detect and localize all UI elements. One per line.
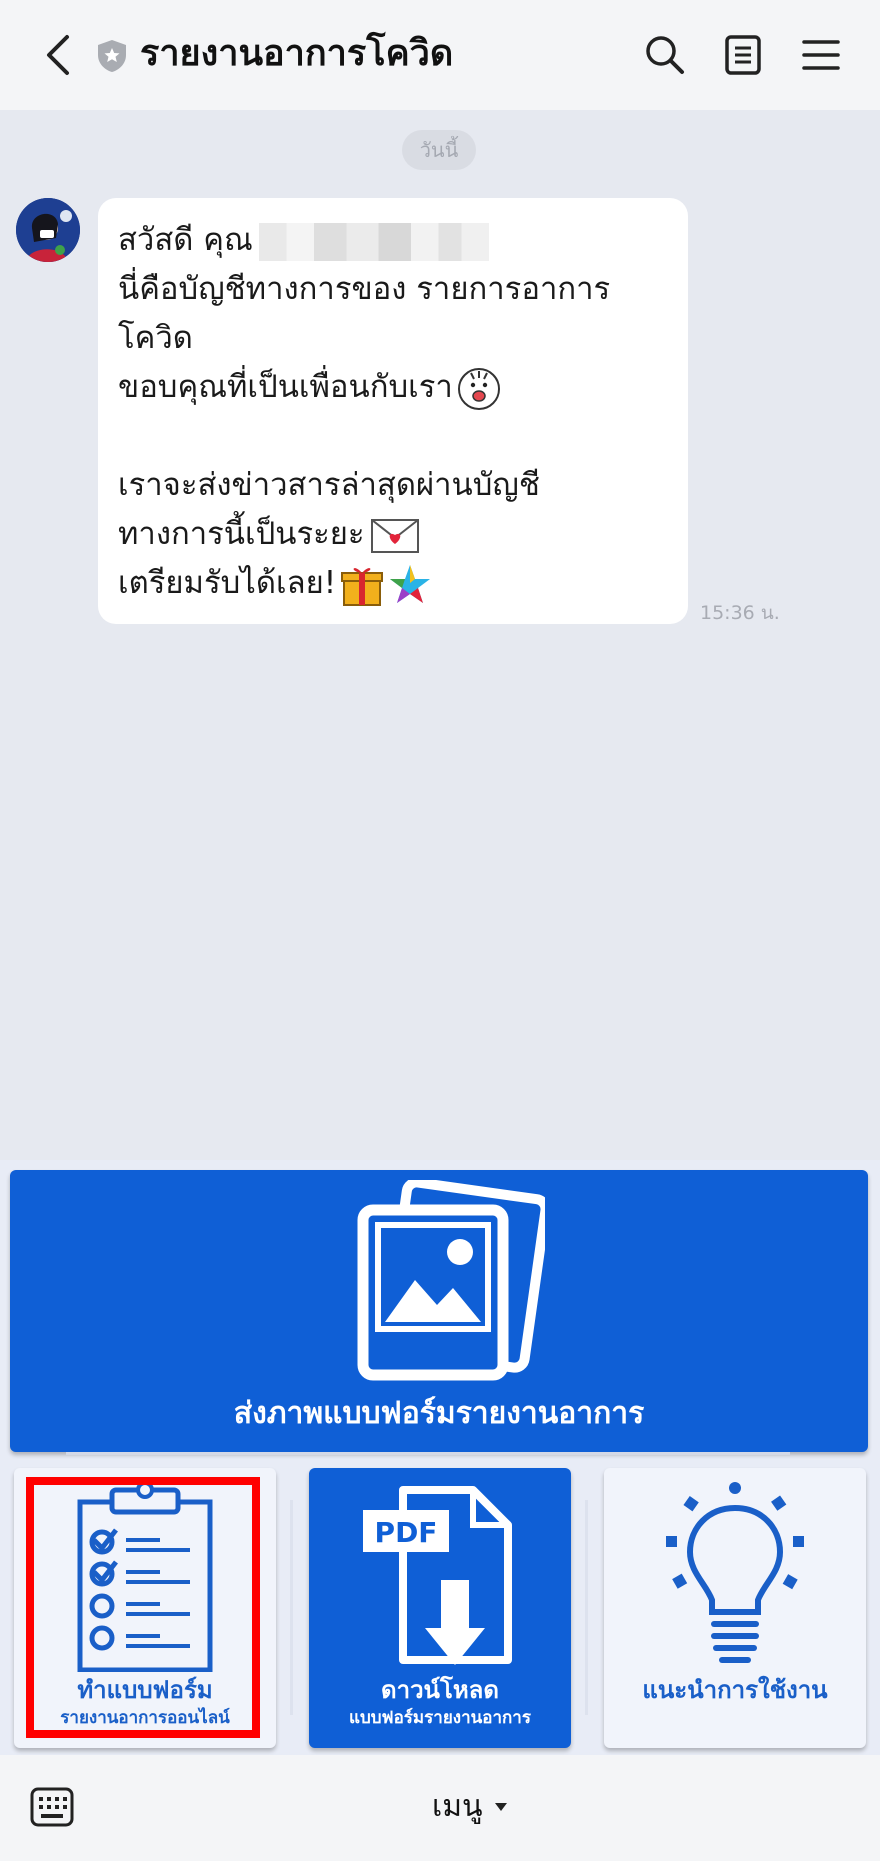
gift-icon [341,567,384,606]
party-star-icon [390,564,431,603]
chat-title: รายงานอาการโควิด [140,33,454,74]
search-icon [646,36,684,74]
divider [66,1452,790,1455]
chevron-left-icon [47,35,69,75]
highlight-box [26,1477,260,1738]
message-line: ทางการนี้เป็นระยะ [118,510,668,559]
message-timestamp: 15:36 น. [700,602,780,624]
keyboard-toggle-button[interactable] [30,1787,74,1827]
notes-icon [725,35,761,75]
blurred-username [258,222,489,261]
back-button[interactable] [38,30,78,80]
divider [290,1500,293,1715]
date-separator: วันนี้ [402,130,476,170]
hamburger-icon [802,40,840,70]
notes-button[interactable] [720,32,766,78]
bottom-bar: เมนู [0,1755,880,1861]
chat-area[interactable]: วันนี้ สวัสดี คุณ นี่คือบัญชีทางการของ ร… [0,110,880,1160]
pdf-badge-text: PDF [375,1516,438,1549]
menu-toggle-label: เมนู [432,1789,483,1824]
message-line: สวัสดี คุณ [118,216,668,265]
caret-down-icon [494,1802,507,1811]
cheering-face-emoji-icon [457,367,500,410]
lightbulb-icon [666,1482,804,1663]
avatar[interactable] [16,198,80,262]
download-pdf-button[interactable]: PDF ดาวน์โหลด แบบฟอร์มรายงานอาการ [309,1468,571,1748]
rich-menu-toggle[interactable]: เมนู [432,1783,507,1830]
usage-guide-button[interactable]: แนะนำการใช้งาน [604,1468,866,1748]
chat-header: รายงานอาการโควิด [0,0,880,110]
pdf-download-icon: PDF [363,1486,512,1665]
message-line: ขอบคุณที่เป็นเพื่อนกับเรา [118,363,668,412]
send-form-photo-button[interactable]: ส่งภาพแบบฟอร์มรายงานอาการ [10,1170,868,1452]
card-title: แนะนำการใช้งาน [642,1676,828,1704]
message-line: นี่คือบัญชีทางการของ รายการอาการ [118,271,611,307]
photo-gallery-icon [357,1180,545,1381]
love-letter-icon [370,518,419,553]
search-button[interactable] [642,32,688,78]
message-line: เตรียมรับได้เลย! [118,559,668,608]
menu-button[interactable] [798,32,844,78]
banner-label: ส่งภาพแบบฟอร์มรายงานอาการ [233,1396,645,1431]
divider [585,1500,588,1715]
keyboard-icon [30,1787,74,1827]
message-line: เราจะส่งข่าวสารล่าสุดผ่านบัญชี [118,467,540,503]
card-subtitle: แบบฟอร์มรายงานอาการ [349,1708,531,1728]
shield-star-icon [96,38,128,74]
message-line: โควิด [118,320,193,356]
message-bubble[interactable]: สวัสดี คุณ นี่คือบัญชีทางการของ รายการอา… [98,198,688,624]
